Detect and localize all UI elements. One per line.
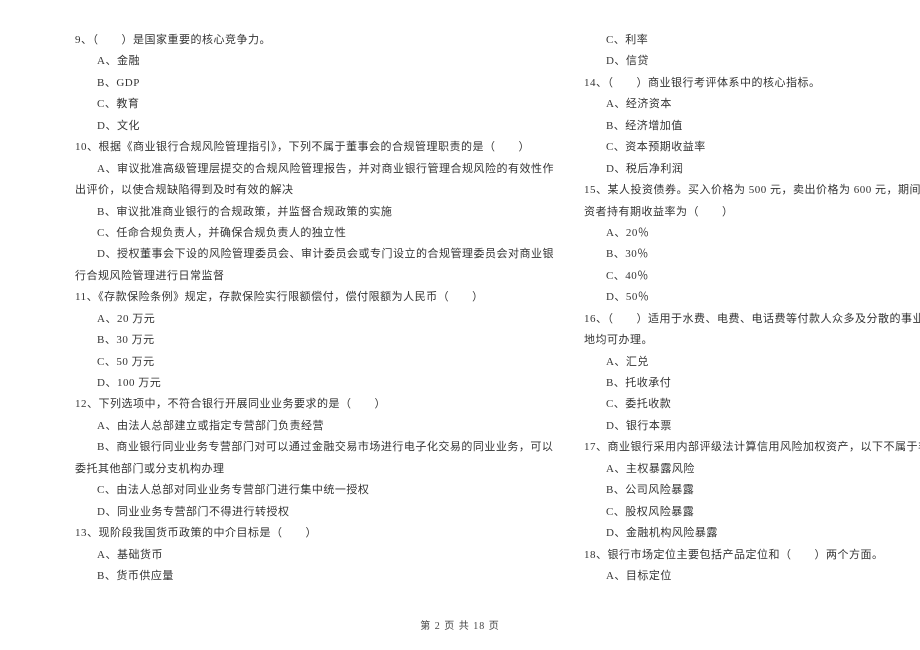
option-10d: D、授权董事会下设的风险管理委员会、审计委员会或专门设立的合规管理委员会对商业银 <box>75 244 554 265</box>
option-12b-cont: 委托其他部门或分支机构办理 <box>75 459 554 480</box>
page-number: 第 2 页 共 18 页 <box>0 617 920 632</box>
question-10: 10、根据《商业银行合规风险管理指引》，下列不属于董事会的合规管理职责的是（ ） <box>75 137 554 158</box>
option-13c: C、利率 <box>584 30 920 51</box>
question-18: 18、银行市场定位主要包括产品定位和（ ）两个方面。 <box>584 545 920 566</box>
option-14d: D、税后净利润 <box>584 159 920 180</box>
option-18a: A、目标定位 <box>584 566 920 587</box>
option-10c: C、任命合规负责人，并确保合规负责人的独立性 <box>75 223 554 244</box>
question-12: 12、下列选项中，不符合银行开展同业业务要求的是（ ） <box>75 394 554 415</box>
option-9d: D、文化 <box>75 116 554 137</box>
option-16b: B、托收承付 <box>584 373 920 394</box>
option-14a: A、经济资本 <box>584 94 920 115</box>
two-column-layout: 9、（ ）是国家重要的核心竞争力。 A、金融 B、GDP C、教育 D、文化 1… <box>75 30 870 600</box>
option-14b: B、经济增加值 <box>584 116 920 137</box>
option-11a: A、20 万元 <box>75 309 554 330</box>
option-10a-cont: 出评价，以使合规缺陷得到及时有效的解决 <box>75 180 554 201</box>
option-13a: A、基础货币 <box>75 545 554 566</box>
option-15a: A、20％ <box>584 223 920 244</box>
option-11b: B、30 万元 <box>75 330 554 351</box>
right-column: C、利率 D、信贷 14、（ ）商业银行考评体系中的核心指标。 A、经济资本 B… <box>584 30 920 600</box>
option-12d: D、同业业务专营部门不得进行转授权 <box>75 502 554 523</box>
option-9a: A、金融 <box>75 51 554 72</box>
option-9c: C、教育 <box>75 94 554 115</box>
option-15d: D、50％ <box>584 287 920 308</box>
option-14c: C、资本预期收益率 <box>584 137 920 158</box>
option-11d: D、100 万元 <box>75 373 554 394</box>
option-12a: A、由法人总部建立或指定专营部门负责经营 <box>75 416 554 437</box>
question-9: 9、（ ）是国家重要的核心竞争力。 <box>75 30 554 51</box>
question-15-cont: 资者持有期收益率为（ ） <box>584 202 920 223</box>
option-16a: A、汇兑 <box>584 352 920 373</box>
option-10a: A、审议批准高级管理层提交的合规风险管理报告，并对商业银行管理合规风险的有效性作 <box>75 159 554 180</box>
question-16-cont: 地均可办理。 <box>584 330 920 351</box>
option-16c: C、委托收款 <box>584 394 920 415</box>
option-10d-cont: 行合规风险管理进行日常监督 <box>75 266 554 287</box>
option-17c: C、股权风险暴露 <box>584 502 920 523</box>
question-13: 13、现阶段我国货币政策的中介目标是（ ） <box>75 523 554 544</box>
option-10b: B、审议批准商业银行的合规政策，并监督合规政策的实施 <box>75 202 554 223</box>
option-11c: C、50 万元 <box>75 352 554 373</box>
option-17b: B、公司风险暴露 <box>584 480 920 501</box>
option-17a: A、主权暴露风险 <box>584 459 920 480</box>
question-11: 11、《存款保险条例》规定，存款保险实行限额偿付，偿付限额为人民币（ ） <box>75 287 554 308</box>
left-column: 9、（ ）是国家重要的核心竞争力。 A、金融 B、GDP C、教育 D、文化 1… <box>75 30 554 600</box>
option-13b: B、货币供应量 <box>75 566 554 587</box>
option-13d: D、信贷 <box>584 51 920 72</box>
question-14: 14、（ ）商业银行考评体系中的核心指标。 <box>584 73 920 94</box>
option-15c: C、40％ <box>584 266 920 287</box>
question-15: 15、某人投资债券。买入价格为 500 元，卖出价格为 600 元，期间获得利息… <box>584 180 920 201</box>
option-9b: B、GDP <box>75 73 554 94</box>
option-12c: C、由法人总部对同业业务专营部门进行集中统一授权 <box>75 480 554 501</box>
question-17: 17、商业银行采用内部评级法计算信用风险加权资产，以下不属于非零售风险暴露的是（… <box>584 437 920 458</box>
option-17d: D、金融机构风险暴露 <box>584 523 920 544</box>
option-16d: D、银行本票 <box>584 416 920 437</box>
option-15b: B、30％ <box>584 244 920 265</box>
option-12b: B、商业银行同业业务专营部门对可以通过金融交易市场进行电子化交易的同业业务，可以 <box>75 437 554 458</box>
question-16: 16、（ ）适用于水费、电费、电话费等付款人众多及分散的事业性收费结算，在同城、… <box>584 309 920 330</box>
